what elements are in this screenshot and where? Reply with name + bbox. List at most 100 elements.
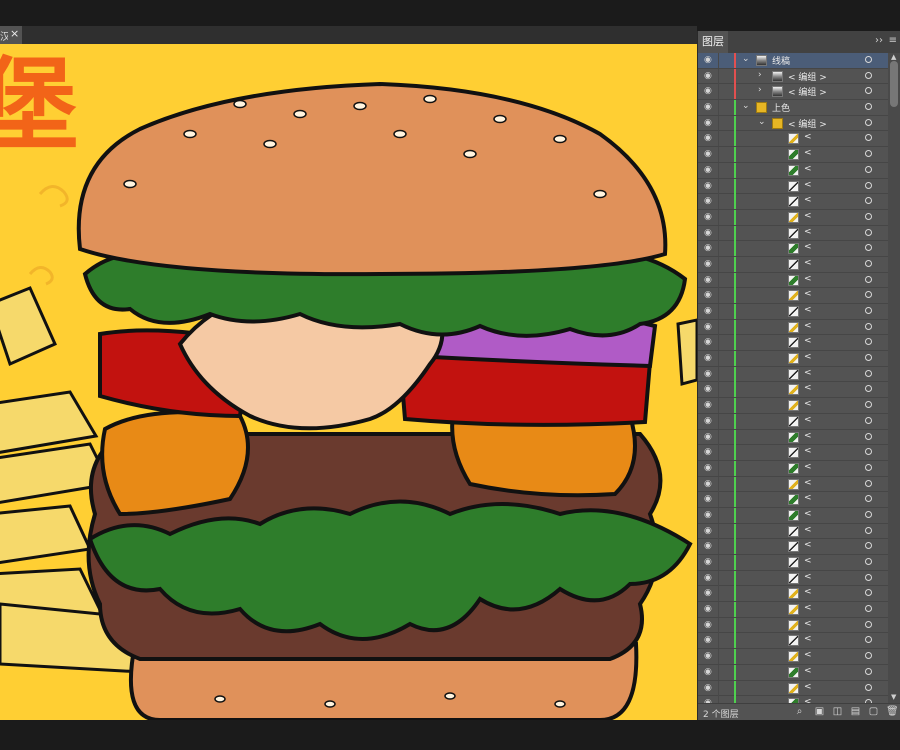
visibility-eye-icon[interactable]: ◉ [704,526,714,535]
target-circle-icon[interactable] [865,103,872,111]
lock-toggle[interactable] [718,649,731,665]
target-circle-icon[interactable] [865,605,872,613]
visibility-eye-icon[interactable]: ◉ [704,401,714,410]
target-circle-icon[interactable] [865,244,872,252]
close-icon[interactable]: × [10,27,19,40]
target-circle-icon[interactable] [865,369,872,377]
visibility-eye-icon[interactable]: ◉ [704,479,714,488]
target-circle-icon[interactable] [865,683,872,691]
lock-toggle[interactable] [718,162,731,178]
layer-row[interactable]: ◉< [698,398,888,414]
target-circle-icon[interactable] [865,259,872,267]
visibility-eye-icon[interactable]: ◉ [704,71,714,80]
layer-row[interactable]: ◉< [698,492,888,508]
layer-row[interactable]: ◉< [698,131,888,148]
lock-toggle[interactable] [718,539,731,555]
visibility-eye-icon[interactable]: ◉ [704,589,714,598]
visibility-eye-icon[interactable]: ◉ [704,620,714,629]
visibility-eye-icon[interactable]: ◉ [704,385,714,394]
lock-toggle[interactable] [718,225,731,241]
target-circle-icon[interactable] [865,56,872,63]
layer-row[interactable]: ◉ › < 编组 > [698,84,888,101]
target-circle-icon[interactable] [865,134,872,142]
layer-row[interactable]: ◉< [698,225,888,242]
layer-row[interactable]: ◉ ⌄ 上色 [698,100,888,116]
chevron-down-icon[interactable]: ⌄ [758,117,766,127]
layer-row[interactable]: ◉< [698,507,888,524]
lock-toggle[interactable] [718,84,731,100]
lock-toggle[interactable] [718,304,731,319]
visibility-eye-icon[interactable]: ◉ [704,212,714,221]
scroll-up-icon[interactable]: ▲ [891,53,896,61]
target-circle-icon[interactable] [865,495,872,503]
delete-icon[interactable]: 🗑 [886,707,899,717]
layer-row[interactable]: ◉< [698,523,888,540]
lock-toggle[interactable] [718,602,731,618]
layer-row[interactable]: ◉< [698,351,888,367]
visibility-eye-icon[interactable]: ◉ [704,652,714,661]
lock-toggle[interactable] [718,492,731,508]
visibility-eye-icon[interactable]: ◉ [704,165,714,174]
layer-row[interactable]: ◉< [698,429,888,446]
layer-row[interactable]: ◉< [698,288,888,304]
lock-toggle[interactable] [718,319,731,335]
target-circle-icon[interactable] [865,307,872,314]
layer-row[interactable]: ◉< [698,586,888,603]
visibility-eye-icon[interactable]: ◉ [704,369,714,378]
layer-row[interactable]: ◉< [698,664,888,681]
visibility-eye-icon[interactable]: ◉ [704,636,714,645]
layer-row[interactable]: ◉< [698,147,888,163]
layer-row[interactable]: ◉< [698,162,888,179]
target-circle-icon[interactable] [865,385,872,393]
locate-icon[interactable]: ▣ [814,707,825,717]
layer-row[interactable]: ◉< [698,304,888,320]
target-circle-icon[interactable] [865,212,872,220]
new-layer-icon[interactable]: ▢ [868,707,879,717]
visibility-eye-icon[interactable]: ◉ [704,354,714,363]
lock-toggle[interactable] [718,256,731,272]
layer-row[interactable]: ◉< [698,209,888,226]
visibility-eye-icon[interactable]: ◉ [704,275,714,284]
target-circle-icon[interactable] [865,667,872,675]
lock-toggle[interactable] [718,445,731,461]
target-circle-icon[interactable] [865,652,872,660]
visibility-eye-icon[interactable]: ◉ [704,667,714,676]
target-circle-icon[interactable] [865,322,872,330]
layer-row[interactable]: ◉< [698,570,888,587]
target-circle-icon[interactable] [865,197,872,205]
visibility-eye-icon[interactable]: ◉ [704,291,714,300]
layer-row[interactable]: ◉< [698,335,888,352]
lock-toggle[interactable] [718,288,731,304]
lock-toggle[interactable] [718,147,731,163]
layer-row[interactable]: ◉< [698,633,888,650]
visibility-eye-icon[interactable]: ◉ [704,56,714,65]
visibility-eye-icon[interactable]: ◉ [704,605,714,614]
layer-row[interactable]: ◉< [698,382,888,399]
layer-row[interactable]: ◉< [698,413,888,430]
visibility-eye-icon[interactable]: ◉ [704,181,714,190]
layer-row[interactable]: ◉< [698,445,888,461]
lock-toggle[interactable] [718,398,731,414]
visibility-eye-icon[interactable]: ◉ [704,432,714,441]
tab-layers[interactable]: 图层 [698,31,728,53]
lock-toggle[interactable] [718,351,731,367]
target-circle-icon[interactable] [865,542,872,550]
layer-row[interactable]: ◉< [698,194,888,210]
target-circle-icon[interactable] [865,479,872,487]
layer-row[interactable]: ◉< [698,476,888,493]
expand-panel-icon[interactable]: ›› [875,35,883,46]
target-circle-icon[interactable] [865,118,872,126]
visibility-eye-icon[interactable]: ◉ [704,103,714,112]
lock-toggle[interactable] [718,209,731,225]
visibility-eye-icon[interactable]: ◉ [704,495,714,504]
lock-toggle[interactable] [718,664,731,680]
visibility-eye-icon[interactable]: ◉ [704,228,714,237]
target-circle-icon[interactable] [865,291,872,299]
visibility-eye-icon[interactable]: ◉ [704,683,714,692]
target-circle-icon[interactable] [865,558,872,565]
lock-toggle[interactable] [718,570,731,586]
lock-toggle[interactable] [718,696,731,703]
chevron-right-icon[interactable]: › [758,70,762,80]
visibility-eye-icon[interactable]: ◉ [704,259,714,268]
target-circle-icon[interactable] [865,87,872,95]
